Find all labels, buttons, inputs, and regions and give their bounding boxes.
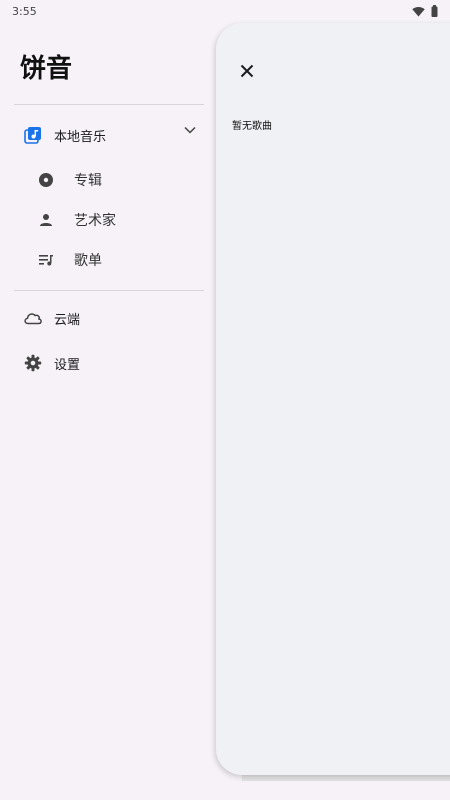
close-icon <box>240 64 254 78</box>
status-bar: 3:55 <box>0 0 450 22</box>
nav-item-settings[interactable]: 设置 <box>0 343 210 383</box>
app-title: 饼音 <box>20 54 73 84</box>
nav-label-artist: 艺术家 <box>74 213 116 229</box>
close-button[interactable] <box>236 60 258 82</box>
nav-item-playlist[interactable]: 歌单 <box>0 240 210 280</box>
nav-item-local-music[interactable]: 本地音乐 <box>0 115 210 155</box>
song-list-sheet: 暂无歌曲 <box>216 23 450 775</box>
navigation-drawer: 饼音 本地音乐 专辑 艺术家 歌单 云端 设置 <box>0 22 218 800</box>
battery-icon <box>431 5 438 17</box>
album-icon <box>35 169 57 191</box>
nav-label-settings: 设置 <box>54 357 81 373</box>
nav-item-cloud[interactable]: 云端 <box>0 298 210 338</box>
gear-icon <box>22 352 44 374</box>
nav-label-album: 专辑 <box>74 173 102 189</box>
wifi-icon <box>412 6 425 16</box>
nav-label-local-music: 本地音乐 <box>54 129 107 145</box>
library-music-icon <box>22 124 44 146</box>
chevron-down-icon[interactable] <box>184 126 196 134</box>
status-icons <box>412 5 438 17</box>
nav-item-artist[interactable]: 艺术家 <box>0 200 210 240</box>
playlist-icon <box>35 249 57 271</box>
nav-label-playlist: 歌单 <box>74 253 102 269</box>
status-time: 3:55 <box>12 4 37 18</box>
divider <box>14 290 204 291</box>
nav-item-album[interactable]: 专辑 <box>0 160 210 200</box>
person-icon <box>35 209 57 231</box>
nav-label-cloud: 云端 <box>54 312 81 328</box>
cloud-icon <box>22 307 44 329</box>
empty-state-text: 暂无歌曲 <box>232 121 272 132</box>
divider <box>14 104 204 105</box>
